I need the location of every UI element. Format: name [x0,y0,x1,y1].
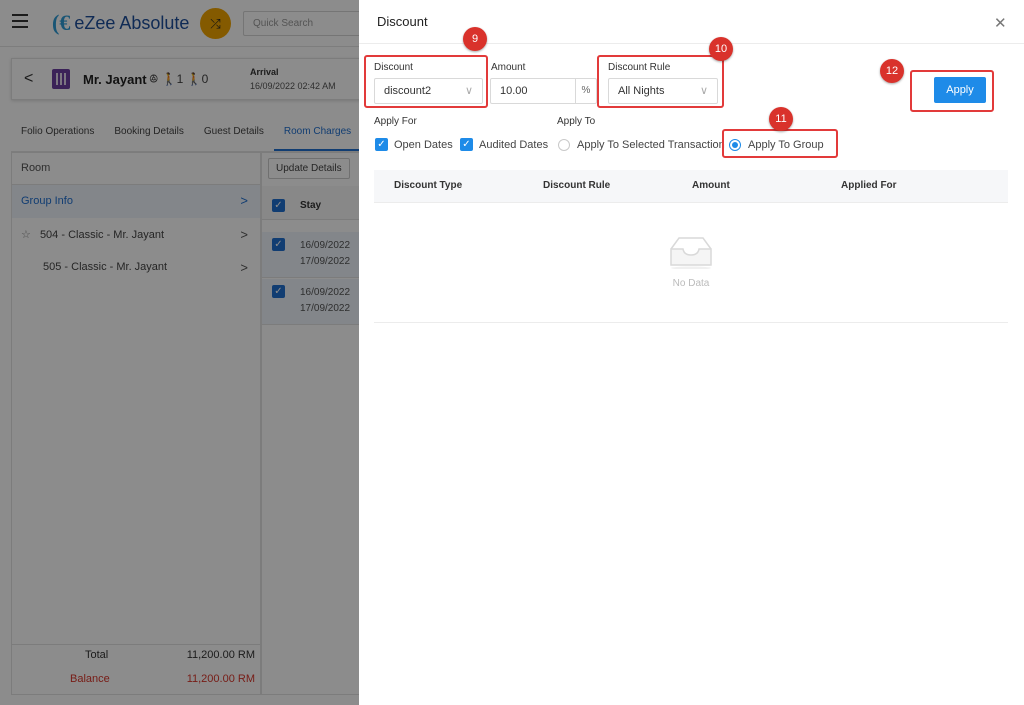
amount-field: % [490,78,597,104]
drawer-header: Discount ✕ [359,0,1024,44]
col-amount: Amount [692,180,730,191]
annotation-badge-10: 10 [709,37,733,61]
checkbox-checked-icon: ✓ [460,138,473,151]
audited-dates-checkbox[interactable]: ✓ Audited Dates [460,137,548,152]
discount-table-header: Discount Type Discount Rule Amount Appli… [374,170,1008,203]
no-data-text: No Data [672,278,710,289]
col-applied-for: Applied For [841,180,897,191]
amount-input[interactable] [491,79,577,103]
audited-dates-label: Audited Dates [479,138,549,151]
apply-selected-radio[interactable]: Apply To Selected Transaction [558,137,725,152]
annotation-box-10 [597,55,724,108]
annotation-badge-11: 11 [769,107,793,131]
apply-to-label: Apply To [557,116,596,127]
percent-unit: % [575,79,596,103]
annotation-badge-9: 9 [463,27,487,51]
empty-inbox-icon [670,237,712,269]
annotation-box-11 [722,129,838,158]
close-icon[interactable]: ✕ [994,14,1007,32]
discount-table-body: No Data [374,203,1008,323]
checkbox-checked-icon: ✓ [375,138,388,151]
open-dates-label: Open Dates [394,138,453,151]
apply-selected-label: Apply To Selected Transaction [577,138,725,151]
radio-empty-icon [558,138,570,151]
amount-label: Amount [491,62,526,73]
annotation-box-9 [364,55,488,108]
apply-for-label: Apply For [374,116,417,127]
discount-drawer: Discount ✕ Discount discount2 ∨ Amount %… [359,0,1024,705]
col-discount-rule: Discount Rule [543,180,611,191]
annotation-badge-12: 12 [880,59,904,83]
drawer-title: Discount [377,14,428,29]
col-discount-type: Discount Type [394,180,463,191]
annotation-box-12 [910,70,994,112]
open-dates-checkbox[interactable]: ✓ Open Dates [375,137,453,152]
